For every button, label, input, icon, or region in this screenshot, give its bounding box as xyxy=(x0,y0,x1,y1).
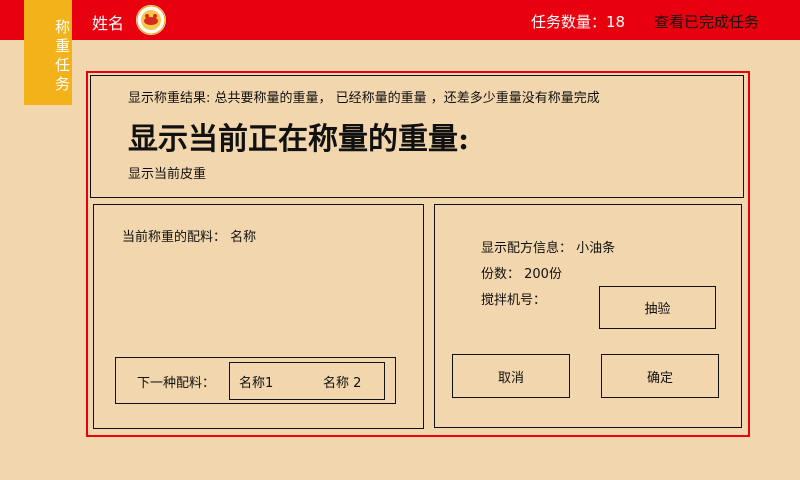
tare-weight-display: 显示当前皮重 xyxy=(128,167,207,182)
avatar-logo-icon xyxy=(136,5,166,35)
user-name: 姓名 xyxy=(92,14,125,33)
avatar[interactable] xyxy=(136,5,166,35)
view-completed-tasks-link[interactable]: 查看已完成任务 xyxy=(654,11,759,32)
sample-check-button[interactable]: 抽验 xyxy=(599,286,716,329)
next-ingredient-label: 下一种配料： xyxy=(137,376,216,391)
current-ingredient: 当前称重的配料： 名称 xyxy=(122,230,257,245)
next-ingredient-option[interactable]: 名称1 xyxy=(239,372,273,391)
task-count: 任务数量：18 xyxy=(531,13,626,31)
weighing-result-summary: 显示称重结果: 总共要称量的重量， 已经称量的重量 ，还差多少重量没有称量完成 xyxy=(128,91,600,106)
current-weight-display: 显示当前正在称量的重量: xyxy=(128,122,470,157)
cancel-button[interactable]: 取消 xyxy=(452,354,570,398)
recipe-portions: 份数： 200份 xyxy=(481,267,562,282)
tab-weighing-task[interactable]: 称重任务 xyxy=(24,0,72,105)
next-ingredient-option[interactable]: 名称 2 xyxy=(323,372,361,391)
recipe-info: 显示配方信息： 小油条 xyxy=(481,241,616,256)
mixer-number-label: 搅拌机号： xyxy=(481,293,547,308)
confirm-button[interactable]: 确定 xyxy=(601,354,719,398)
